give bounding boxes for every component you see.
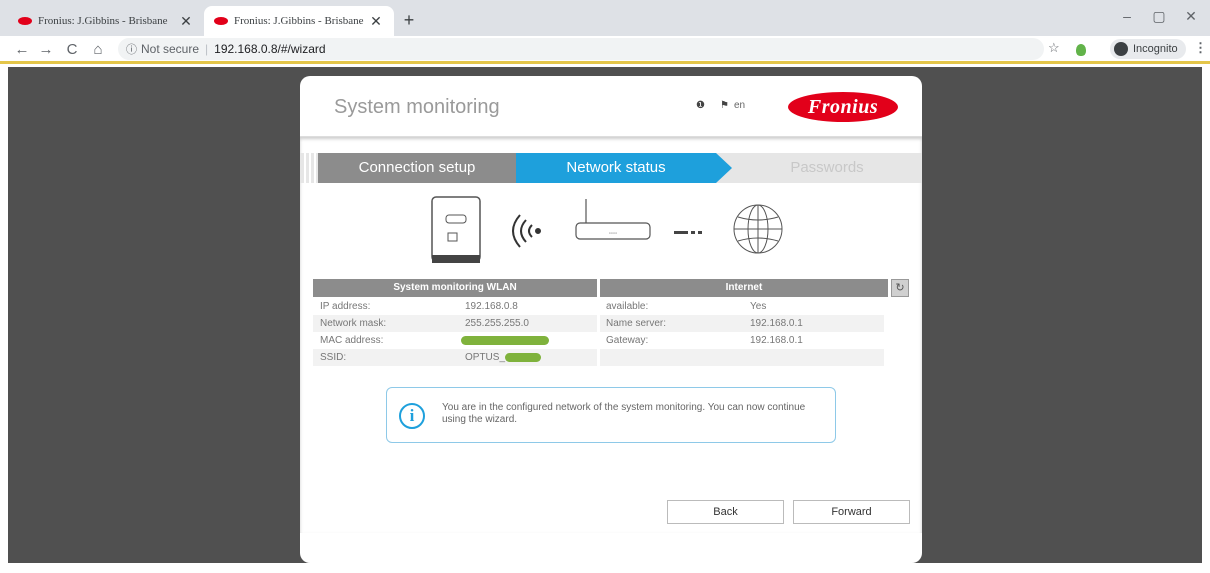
row-label: Network mask: xyxy=(320,318,387,329)
mac-redaction-mark xyxy=(461,332,549,349)
wizard-card: System monitoring ❶ ⚑ en Fronius Connect… xyxy=(300,76,922,563)
url-text: 192.168.0.8/#/wizard xyxy=(214,42,326,56)
page-title: System monitoring xyxy=(334,96,500,118)
row-label: SSID: xyxy=(320,352,347,363)
step-decoration xyxy=(304,153,318,183)
globe-icon xyxy=(733,204,783,254)
home-icon[interactable]: ⌂ xyxy=(88,40,108,60)
row-value: Yes xyxy=(750,301,767,312)
table-row: Network mask: 255.255.255.0 xyxy=(313,315,597,332)
table-row: SSID: OPTUS_ xyxy=(313,349,597,366)
wizard-body: Connection setup Network status Password… xyxy=(300,136,922,533)
close-tab-icon[interactable]: ✕ xyxy=(178,13,194,30)
internet-table-header: Internet xyxy=(600,279,888,297)
network-diagram: ▫▫▫▫ xyxy=(431,196,783,263)
incognito-label: Incognito xyxy=(1133,43,1178,55)
table-row: Name server: 192.168.0.1 xyxy=(600,315,884,332)
back-arrow-icon[interactable]: ← xyxy=(12,40,32,60)
bookmark-star-icon[interactable]: ☆ xyxy=(1048,40,1060,56)
row-label: Gateway: xyxy=(606,335,649,346)
app-header: System monitoring ❶ ⚑ en Fronius xyxy=(300,76,922,136)
wlan-table-header: System monitoring WLAN xyxy=(313,279,597,297)
table-row: available: Yes xyxy=(600,298,884,315)
row-label: Name server: xyxy=(606,318,667,329)
step-connection-setup[interactable]: Connection setup xyxy=(318,153,516,183)
router-icon: ▫▫▫▫ xyxy=(575,199,651,240)
info-message-box: i You are in the configured network of t… xyxy=(386,387,836,443)
security-label: Not secure xyxy=(141,42,200,56)
address-bar[interactable]: ⓘ Not secure | 192.168.0.8/#/wizard xyxy=(118,38,1044,60)
browser-menu-icon[interactable]: ⋮ xyxy=(1194,40,1207,56)
fronius-favicon-icon xyxy=(18,17,32,25)
row-label: IP address: xyxy=(320,301,371,312)
table-row: MAC address: xyxy=(313,332,597,349)
address-divider: | xyxy=(205,42,209,56)
row-value: 255.255.255.0 xyxy=(465,318,529,329)
ssid-redaction-mark xyxy=(505,349,541,366)
back-button[interactable]: Back xyxy=(667,500,784,524)
row-value: 192.168.0.8 xyxy=(465,301,518,312)
info-icon: i xyxy=(399,403,425,429)
info-message: You are in the configured network of the… xyxy=(442,402,806,425)
minimize-button[interactable]: – xyxy=(1112,8,1142,24)
table-row: IP address: 192.168.0.8 xyxy=(313,298,597,315)
row-value: OPTUS_ xyxy=(465,352,506,363)
tab-title: Fronius: J.Gibbins - Brisbane xyxy=(38,15,168,27)
connection-dashes-icon xyxy=(674,231,702,234)
row-label: available: xyxy=(606,301,649,312)
incognito-indicator[interactable]: Incognito xyxy=(1110,39,1186,59)
page-viewport: System monitoring ❶ ⚑ en Fronius Connect… xyxy=(8,67,1202,563)
row-value: 192.168.0.1 xyxy=(750,335,803,346)
evernote-extension-icon[interactable] xyxy=(1076,44,1086,56)
close-window-button[interactable]: ✕ xyxy=(1176,8,1206,25)
forward-arrow-icon[interactable]: → xyxy=(36,40,56,60)
new-tab-button[interactable]: + xyxy=(398,9,420,31)
browser-toolbar: ← → C ⌂ ⓘ Not secure | 192.168.0.8/#/wiz… xyxy=(0,36,1210,64)
step-network-status[interactable]: Network status xyxy=(516,153,716,183)
refresh-icon[interactable]: ↻ xyxy=(891,279,909,297)
table-row xyxy=(600,349,884,366)
help-icon[interactable]: ❶ xyxy=(696,100,705,111)
browser-tabstrip: Fronius: J.Gibbins - Brisbane ✕ Fronius:… xyxy=(0,0,1210,36)
reload-icon[interactable]: C xyxy=(62,40,82,60)
wifi-signal-icon xyxy=(512,214,541,248)
fronius-favicon-icon xyxy=(214,17,228,25)
browser-tab-2[interactable]: Fronius: J.Gibbins - Brisbane ✕ xyxy=(204,6,394,36)
row-value: 192.168.0.1 xyxy=(750,318,803,329)
row-label: MAC address: xyxy=(320,335,384,346)
tab-title: Fronius: J.Gibbins - Brisbane xyxy=(234,15,364,27)
step-passwords: Passwords xyxy=(790,159,864,176)
active-step-arrow xyxy=(716,153,732,183)
language-selector[interactable]: en xyxy=(734,100,745,111)
close-tab-icon[interactable]: ✕ xyxy=(368,13,384,30)
security-info-icon[interactable]: ⓘ xyxy=(126,41,137,57)
wizard-steps: Connection setup Network status Password… xyxy=(300,153,922,183)
incognito-avatar-icon xyxy=(1114,42,1128,56)
forward-button[interactable]: Forward xyxy=(793,500,910,524)
table-row: Gateway: 192.168.0.1 xyxy=(600,332,884,349)
inverter-icon xyxy=(431,196,481,263)
browser-tab-1[interactable]: Fronius: J.Gibbins - Brisbane ✕ xyxy=(8,6,204,36)
maximize-button[interactable]: ▢ xyxy=(1144,8,1174,25)
fronius-logo: Fronius xyxy=(788,92,898,122)
flag-icon[interactable]: ⚑ xyxy=(720,100,729,111)
svg-text:▫▫▫▫: ▫▫▫▫ xyxy=(609,231,618,237)
